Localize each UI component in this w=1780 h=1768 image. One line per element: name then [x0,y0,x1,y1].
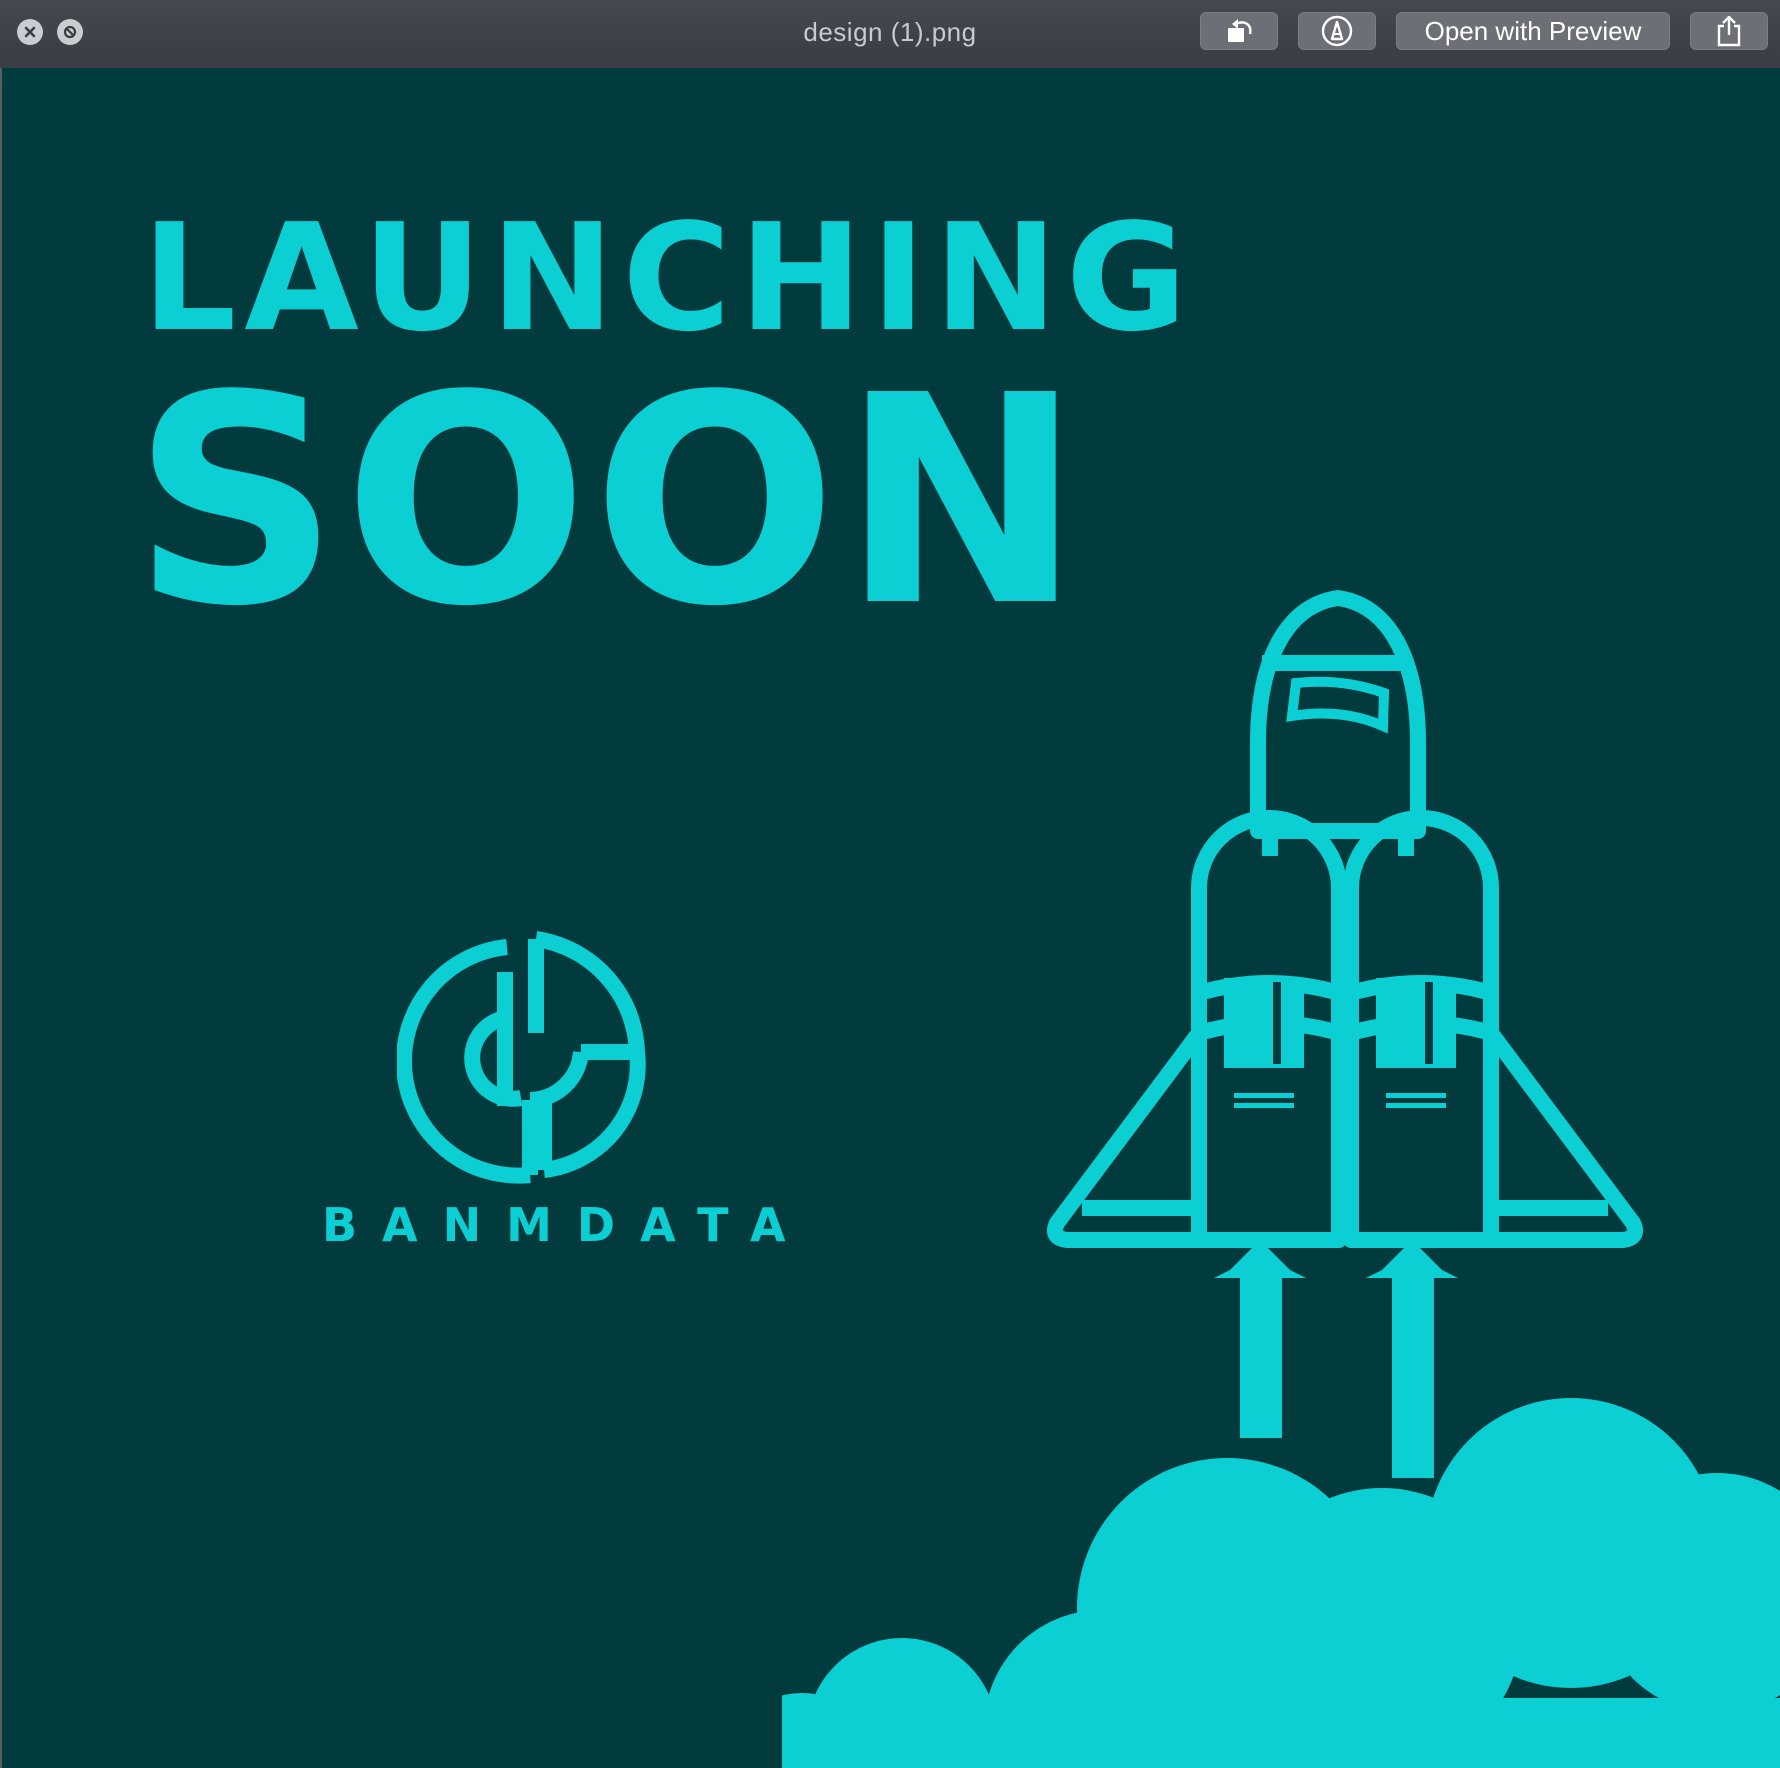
share-icon [1717,15,1741,47]
open-with-preview-button[interactable]: Open with Preview [1396,12,1670,50]
image-preview: LAUNCHING SOON BANMDATA [0,68,1780,1768]
headline-soon: SOON [132,334,1087,669]
banmdata-logo-icon [397,931,646,1184]
quicklook-titlebar: design (1).png Open with Preview [0,0,1780,69]
markup-icon [1321,15,1353,47]
rotate-button[interactable] [1200,12,1278,50]
headline-launching: LAUNCHING [142,192,1196,364]
close-icon[interactable] [17,19,43,45]
brand-wordmark: BANMDATA [322,1198,811,1252]
markup-button[interactable] [1298,12,1376,50]
rotate-icon [1228,19,1252,42]
share-button[interactable] [1690,12,1768,50]
cloud-icon [782,1398,1780,1768]
fullscreen-icon[interactable] [57,19,83,45]
